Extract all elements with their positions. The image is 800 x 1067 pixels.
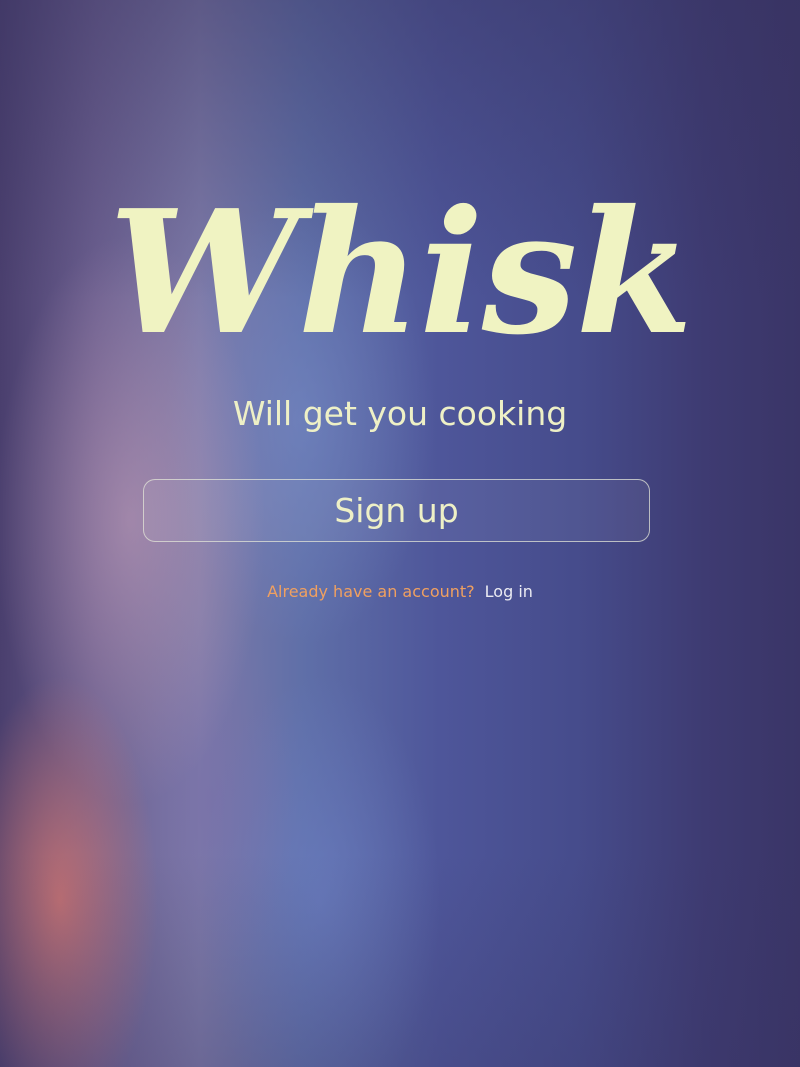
login-prompt-text: Already have an account? — [267, 582, 475, 601]
signup-button[interactable]: Sign up — [143, 479, 650, 542]
tagline: Will get you cooking — [232, 394, 568, 433]
login-link[interactable]: Log in — [485, 582, 533, 601]
login-row: Already have an account? Log in — [0, 580, 800, 604]
app-logo: Whisk — [108, 173, 694, 373]
